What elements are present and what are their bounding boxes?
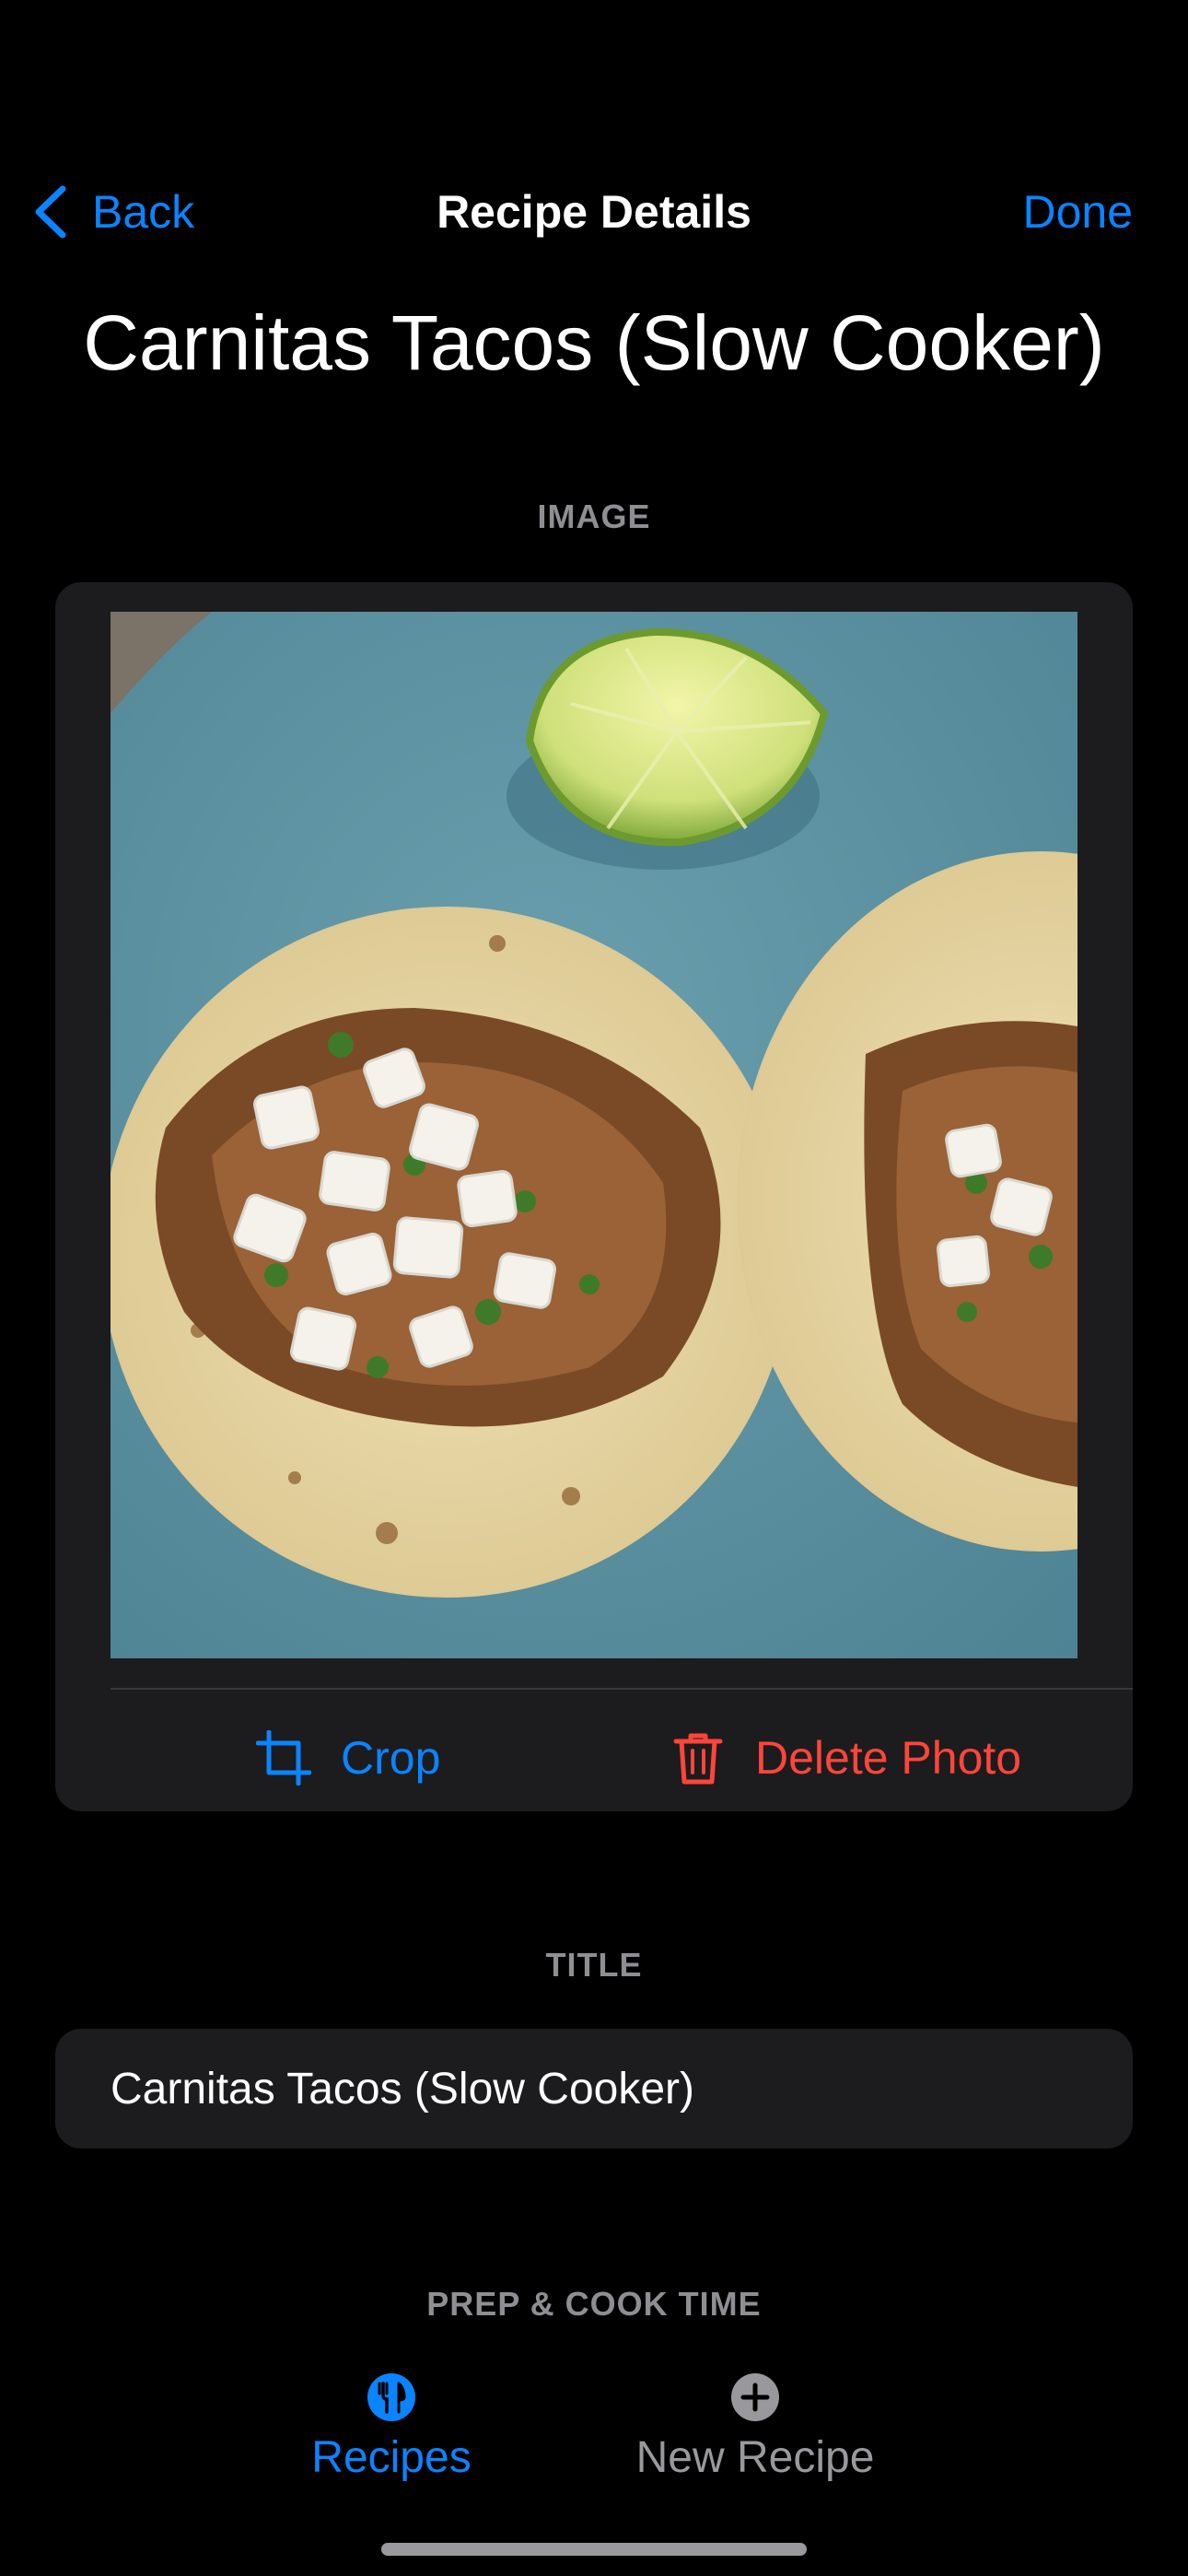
delete-photo-button[interactable]: Delete Photo [670, 1721, 1021, 1795]
taco-photo-illustration [111, 612, 1077, 1658]
navigation-bar: Back Recipe Details Done [0, 175, 1188, 249]
image-section-header: IMAGE [537, 498, 651, 535]
delete-photo-label: Delete Photo [755, 1732, 1022, 1784]
recipe-heading: Carnitas Tacos (Slow Cooker) [83, 299, 1105, 386]
tab-recipes-label: Recipes [311, 2433, 472, 2482]
tab-new-recipe-label: New Recipe [635, 2433, 875, 2482]
crop-label: Crop [341, 1732, 441, 1784]
title-input[interactable]: Carnitas Tacos (Slow Cooker) [55, 2029, 1133, 2149]
fork-knife-icon [367, 2373, 415, 2421]
done-button[interactable]: Done [1022, 184, 1133, 240]
trash-icon [673, 1733, 723, 1785]
recipe-photo[interactable] [111, 612, 1077, 1658]
tab-recipes[interactable]: Recipes [235, 2371, 548, 2486]
plus-circle-icon [731, 2373, 779, 2421]
crop-icon [256, 1730, 311, 1786]
title-section-header: TITLE [545, 1946, 643, 1984]
crop-button[interactable]: Crop [256, 1721, 440, 1795]
tab-new-recipe[interactable]: New Recipe [599, 2371, 912, 2486]
image-card: Crop Delete Photo [55, 582, 1133, 1811]
card-divider [111, 1688, 1133, 1690]
home-indicator[interactable] [381, 2543, 807, 2556]
nav-title: Recipe Details [437, 186, 751, 238]
prep-cook-time-section-header: PREP & COOK TIME [426, 2285, 762, 2323]
